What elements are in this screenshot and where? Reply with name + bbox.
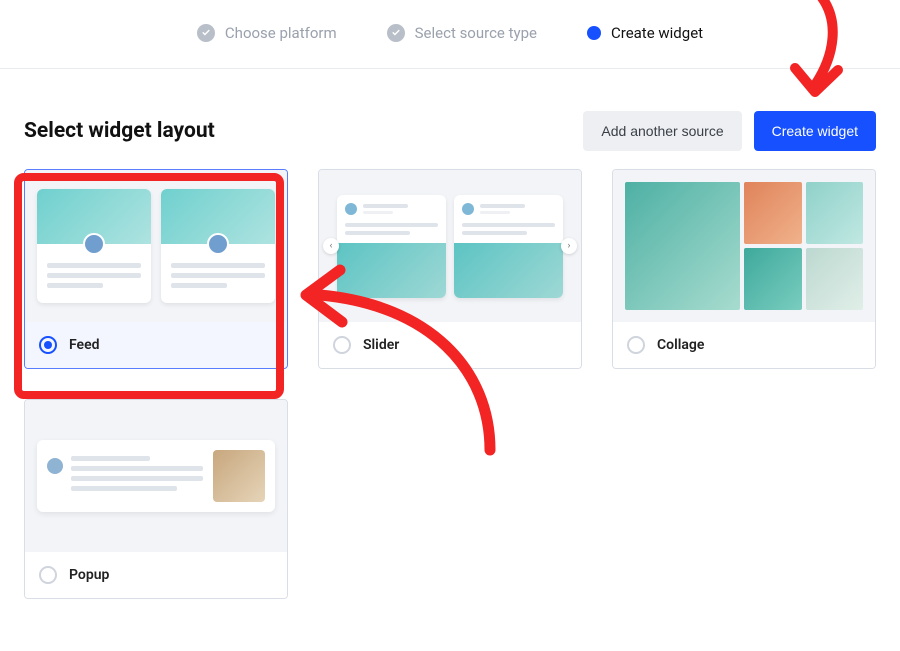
layout-preview	[613, 170, 875, 322]
step-label: Select source type	[415, 24, 537, 42]
radio-icon[interactable]	[627, 336, 645, 354]
step-label: Create widget	[611, 24, 703, 42]
preview-card	[454, 195, 563, 298]
check-icon	[197, 24, 215, 42]
header-actions: Add another source Create widget	[583, 111, 876, 151]
preview-image	[337, 243, 446, 298]
layout-card-footer: Popup	[25, 552, 287, 598]
layout-card-feed[interactable]: Feed	[24, 169, 288, 369]
avatar-icon	[83, 233, 105, 255]
layout-preview: ‹ ›	[319, 170, 581, 322]
step-choose-platform[interactable]: Choose platform	[197, 24, 337, 42]
layout-preview	[25, 400, 287, 552]
layout-name: Popup	[69, 567, 109, 583]
preview-card	[37, 440, 275, 512]
preview-text-lines	[161, 255, 275, 303]
avatar-icon	[462, 203, 474, 215]
chevron-right-icon: ›	[561, 238, 577, 254]
preview-card	[161, 189, 275, 303]
layout-name: Slider	[363, 337, 399, 353]
create-widget-button[interactable]: Create widget	[754, 111, 876, 151]
preview-text-lines	[71, 456, 203, 496]
preview-image	[625, 182, 740, 310]
preview-image	[454, 243, 563, 298]
section-title: Select widget layout	[24, 119, 215, 143]
step-create-widget[interactable]: Create widget	[587, 24, 703, 42]
preview-image	[744, 182, 802, 244]
radio-icon[interactable]	[333, 336, 351, 354]
step-label: Choose platform	[225, 24, 337, 42]
layout-name: Feed	[69, 337, 100, 353]
layout-card-footer: Feed	[25, 322, 287, 368]
radio-icon[interactable]	[39, 336, 57, 354]
layout-card-popup[interactable]: Popup	[24, 399, 288, 599]
layout-card-footer: Slider	[319, 322, 581, 368]
collage-grid	[625, 182, 863, 310]
layout-name: Collage	[657, 337, 704, 353]
avatar-icon	[47, 458, 63, 474]
radio-icon[interactable]	[39, 566, 57, 584]
avatar-icon	[207, 233, 229, 255]
layout-card-collage[interactable]: Collage	[612, 169, 876, 369]
section-header: Select widget layout Add another source …	[0, 69, 900, 169]
preview-image	[213, 450, 265, 502]
layout-card-footer: Collage	[613, 322, 875, 368]
preview-image	[806, 182, 864, 244]
preview-card	[37, 189, 151, 303]
layout-card-slider[interactable]: ‹ › Slider	[318, 169, 582, 369]
stepper: Choose platform Select source type Creat…	[0, 0, 900, 69]
preview-image	[744, 248, 802, 310]
preview-text-lines	[37, 255, 151, 303]
step-select-source-type[interactable]: Select source type	[387, 24, 537, 42]
layout-preview	[25, 170, 287, 322]
layout-grid: Feed ‹ › Slider	[0, 169, 900, 599]
check-icon	[387, 24, 405, 42]
preview-image	[806, 248, 864, 310]
active-dot-icon	[587, 26, 601, 40]
preview-card	[337, 195, 446, 298]
chevron-left-icon: ‹	[323, 238, 339, 254]
add-another-source-button[interactable]: Add another source	[583, 111, 741, 151]
avatar-icon	[345, 203, 357, 215]
